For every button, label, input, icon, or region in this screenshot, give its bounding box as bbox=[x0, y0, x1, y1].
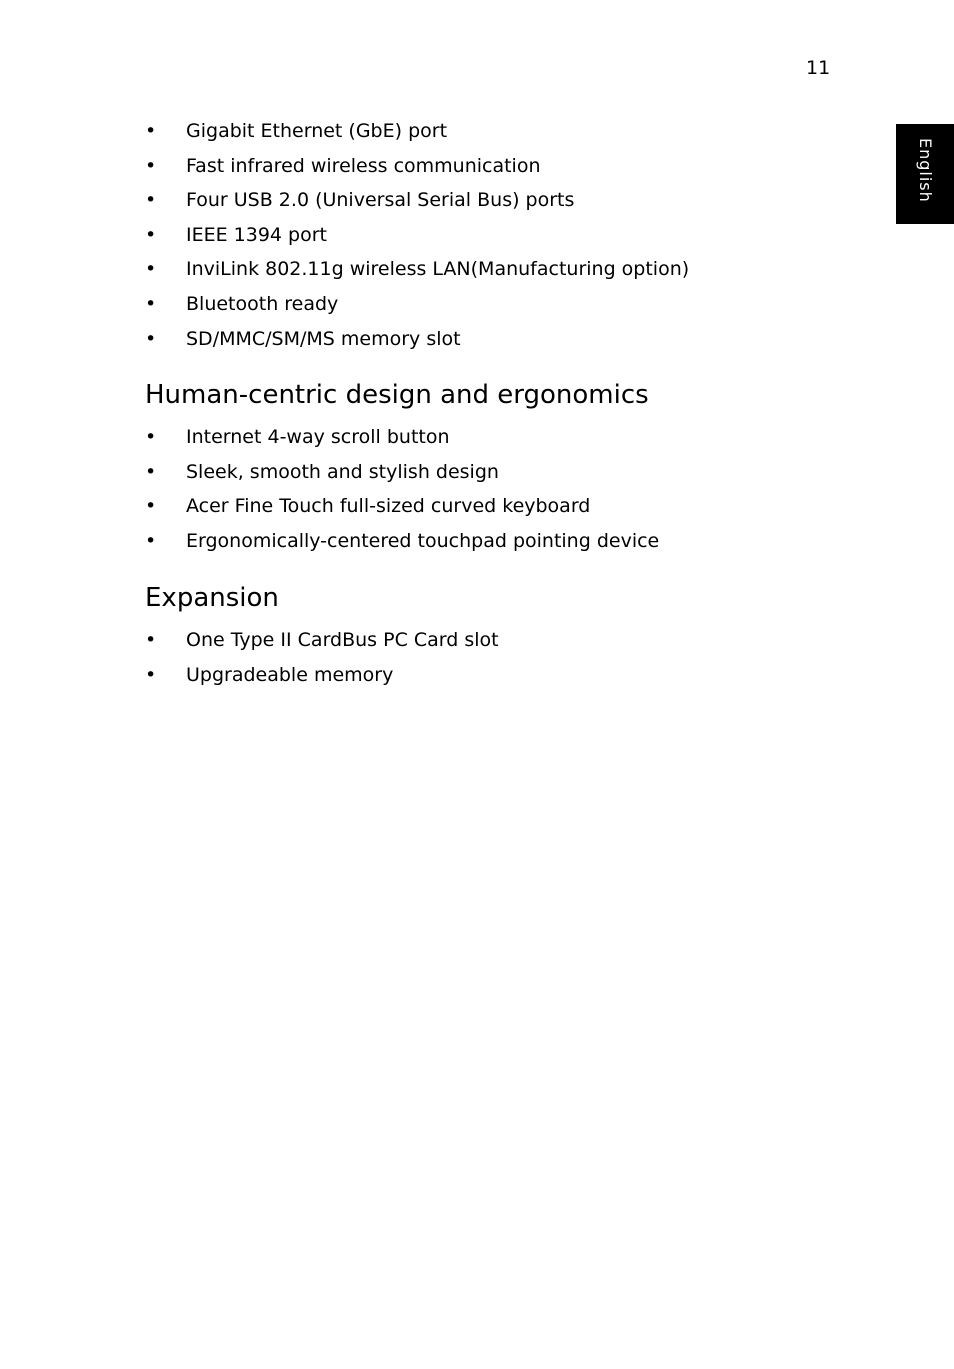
bullet-icon: • bbox=[145, 529, 157, 552]
bullet-icon: • bbox=[145, 189, 157, 212]
bullet-icon: • bbox=[145, 495, 157, 518]
list-item-text: Gigabit Ethernet (GbE) port bbox=[186, 120, 448, 142]
list-item-text: Ergonomically-centered touchpad pointing… bbox=[186, 529, 660, 552]
section-heading-expansion: Expansion bbox=[145, 583, 279, 613]
list-item-text: Upgradeable memory bbox=[186, 663, 394, 686]
bullet-icon: • bbox=[145, 426, 157, 448]
bullet-icon: • bbox=[145, 120, 157, 142]
bullet-icon: • bbox=[145, 629, 157, 651]
list-item-text: IEEE 1394 port bbox=[186, 223, 327, 246]
bullet-icon: • bbox=[145, 258, 157, 281]
bullet-icon: • bbox=[145, 292, 157, 315]
list-item-text: InviLink 802.11g wireless LAN(Manufactur… bbox=[186, 258, 690, 281]
bullet-icon: • bbox=[145, 663, 157, 686]
list-item-text: SD/MMC/SM/MS memory slot bbox=[186, 327, 461, 350]
bullet-icon: • bbox=[145, 460, 157, 483]
list-item-text: Acer Fine Touch full-sized curved keyboa… bbox=[186, 495, 591, 518]
list-item-text: Four USB 2.0 (Universal Serial Bus) port… bbox=[186, 189, 575, 212]
list-item-text: Sleek, smooth and stylish design bbox=[186, 460, 499, 483]
language-tab: English bbox=[896, 124, 954, 224]
list-item-text: One Type II CardBus PC Card slot bbox=[186, 629, 499, 651]
list-item-text: Bluetooth ready bbox=[186, 292, 339, 315]
language-tab-label: English bbox=[916, 138, 935, 203]
page-number: 11 bbox=[806, 57, 831, 79]
bullet-icon: • bbox=[145, 327, 157, 350]
list-item-text: Internet 4-way scroll button bbox=[186, 426, 450, 448]
bullet-icon: • bbox=[145, 154, 157, 177]
section-heading-human-centric: Human-centric design and ergonomics bbox=[145, 380, 649, 410]
bullet-icon: • bbox=[145, 223, 157, 246]
list-item-text: Fast infrared wireless communication bbox=[186, 154, 541, 177]
